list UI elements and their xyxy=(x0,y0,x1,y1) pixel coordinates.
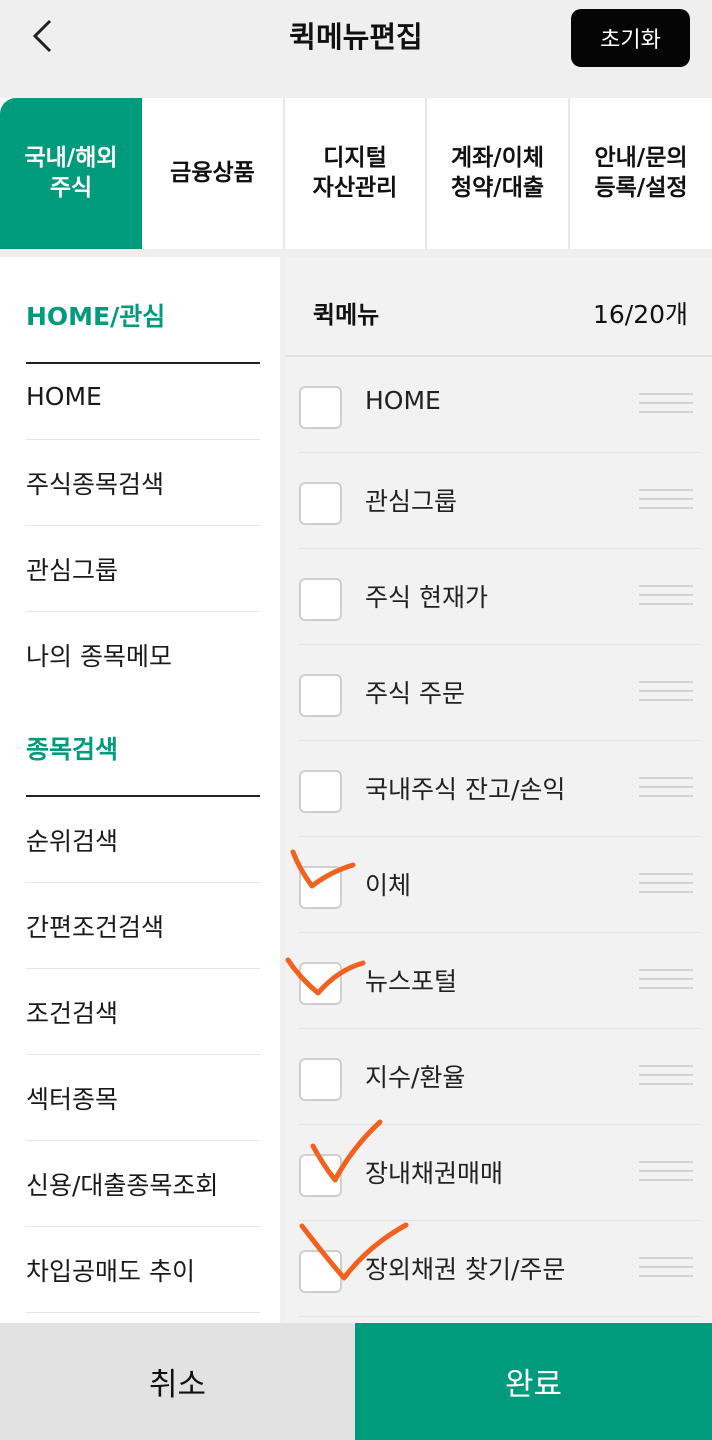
drag-handle-icon[interactable] xyxy=(639,681,693,709)
tab-label-line1: 계좌/이체 xyxy=(450,144,545,171)
left-menu: HOME/관심 HOME 주식종목검색 관심그룹 나의 종목메모 종목검색 순위… xyxy=(0,257,280,1323)
checkbox[interactable] xyxy=(299,674,342,717)
drag-handle-icon[interactable] xyxy=(639,393,693,421)
left-item-short-selling-trend[interactable]: 차입공매도 추이 xyxy=(26,1227,260,1313)
list-item[interactable]: 뉴스포털 xyxy=(285,933,712,1029)
list-item-label: 관심그룹 xyxy=(365,487,458,516)
list-item-label: 뉴스포털 xyxy=(365,967,458,996)
category-tabs: 국내/해외 주식 금융상품 디지털 자산관리 계좌/이체 청약/대출 안내/문의… xyxy=(0,98,712,249)
list-item[interactable]: HOME xyxy=(285,357,712,453)
checkbox[interactable] xyxy=(299,386,342,429)
checkbox[interactable] xyxy=(299,866,342,909)
checkbox[interactable] xyxy=(299,1154,342,1197)
tab-label-line1: 안내/문의 xyxy=(594,144,688,171)
list-item-label: 장내채권매매 xyxy=(365,1159,504,1188)
list-item-label: 주식 주문 xyxy=(365,679,465,708)
checkbox[interactable] xyxy=(299,1250,342,1293)
left-item-sector-stocks[interactable]: 섹터종목 xyxy=(26,1055,260,1141)
section-title-stock-search: 종목검색 xyxy=(26,700,260,797)
checkbox[interactable] xyxy=(299,770,342,813)
tab-domestic-foreign-stocks[interactable]: 국내/해외 주식 xyxy=(0,98,142,249)
list-item-label: 장외채권 찾기/주문 xyxy=(365,1255,566,1284)
checkbox[interactable] xyxy=(299,482,342,525)
list-item[interactable]: 이체 xyxy=(285,837,712,933)
tab-label-line2: 주식 xyxy=(49,174,93,201)
list-item-label: HOME xyxy=(365,386,441,415)
left-item-interest-group[interactable]: 관심그룹 xyxy=(26,526,260,612)
tab-label-line1: 디지털 xyxy=(323,144,387,171)
tab-label-line1: 금융상품 xyxy=(170,159,255,186)
section-title-home-interest: HOME/관심 xyxy=(26,267,260,364)
tab-label-line2: 청약/대출 xyxy=(450,174,545,201)
list-item[interactable]: 관심그룹 xyxy=(285,453,712,549)
list-item[interactable]: 장내채권매매 xyxy=(285,1125,712,1221)
left-item-stock-search[interactable]: 주식종목검색 xyxy=(26,440,260,526)
tab-guide-settings[interactable]: 안내/문의 등록/설정 xyxy=(570,98,712,249)
list-item-label: 국내주식 잔고/손익 xyxy=(365,775,566,804)
checkbox[interactable] xyxy=(299,578,342,621)
top-bar: 퀵메뉴편집 초기화 xyxy=(0,0,712,98)
list-item-label: 지수/환율 xyxy=(365,1063,466,1092)
drag-handle-icon[interactable] xyxy=(639,489,693,517)
list-item-label: 이체 xyxy=(365,871,412,900)
drag-handle-icon[interactable] xyxy=(639,777,693,805)
reset-button[interactable]: 초기화 xyxy=(571,9,690,67)
quickmenu-panel: 퀵메뉴 16/20개 HOME 관심그룹 주식 현재가 주식 주문 국내주식 잔… xyxy=(285,257,712,1323)
left-item-ranking-search[interactable]: 순위검색 xyxy=(26,797,260,883)
list-item[interactable]: 국내주식 잔고/손익 xyxy=(285,741,712,837)
drag-handle-icon[interactable] xyxy=(639,1161,693,1189)
tab-digital-asset-management[interactable]: 디지털 자산관리 xyxy=(285,98,427,249)
drag-handle-icon[interactable] xyxy=(639,1065,693,1093)
drag-handle-icon[interactable] xyxy=(639,585,693,613)
quickmenu-header: 퀵메뉴 16/20개 xyxy=(285,257,712,357)
list-item[interactable]: 지수/환율 xyxy=(285,1029,712,1125)
left-item-home[interactable]: HOME xyxy=(26,354,260,440)
checkbox[interactable] xyxy=(299,1058,342,1101)
drag-handle-icon[interactable] xyxy=(639,1257,693,1285)
list-item[interactable]: 주식 주문 xyxy=(285,645,712,741)
drag-handle-icon[interactable] xyxy=(639,969,693,997)
list-item-label: 주식 현재가 xyxy=(365,583,488,612)
done-button[interactable]: 완료 xyxy=(355,1323,712,1440)
left-item-my-stock-memo[interactable]: 나의 종목메모 xyxy=(26,612,260,698)
tab-label-line2: 자산관리 xyxy=(312,174,398,201)
tab-label-line1: 국내/해외 xyxy=(24,144,118,171)
tab-label-line2: 등록/설정 xyxy=(594,174,688,201)
quickmenu-label: 퀵메뉴 xyxy=(313,301,380,329)
cancel-button[interactable]: 취소 xyxy=(0,1323,355,1440)
tab-financial-products[interactable]: 금융상품 xyxy=(142,98,285,249)
list-item[interactable]: 주식 현재가 xyxy=(285,549,712,645)
drag-handle-icon[interactable] xyxy=(639,873,693,901)
left-item-simple-condition-search[interactable]: 간편조건검색 xyxy=(26,883,260,969)
left-item-credit-loan-lookup[interactable]: 신용/대출종목조회 xyxy=(26,1141,260,1227)
tab-account-transfer[interactable]: 계좌/이체 청약/대출 xyxy=(427,98,570,249)
checkbox[interactable] xyxy=(299,962,342,1005)
left-item-condition-search[interactable]: 조건검색 xyxy=(26,969,260,1055)
list-item[interactable]: 장외채권 찾기/주문 xyxy=(285,1221,712,1317)
quickmenu-count: 16/20개 xyxy=(592,300,688,329)
